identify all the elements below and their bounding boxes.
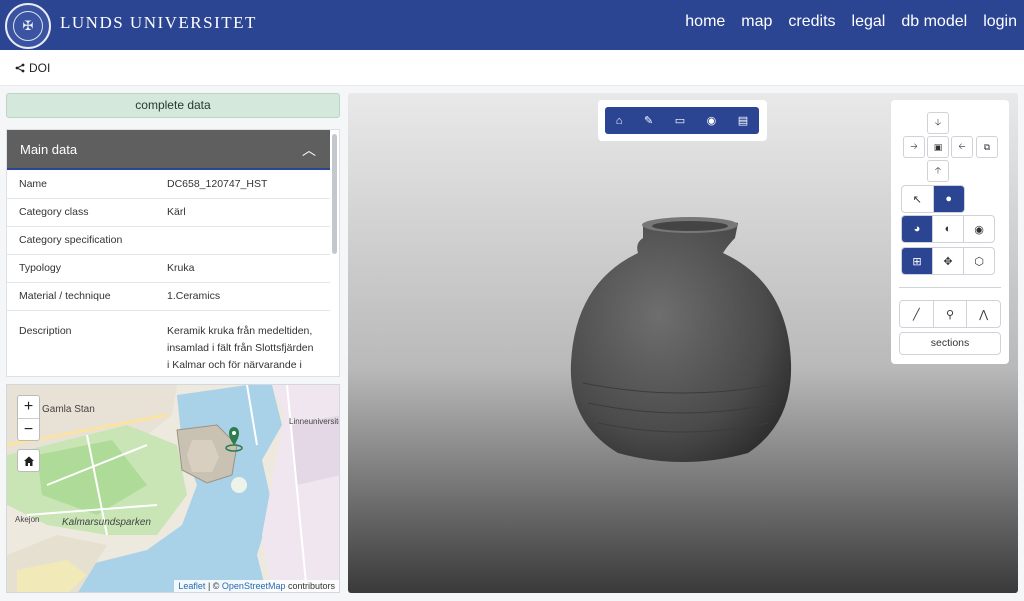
half-shade-icon[interactable]: ◐ [933,216,964,242]
home-icon[interactable]: ⌂ [616,115,623,127]
osm-link[interactable]: OpenStreetMap [222,581,286,591]
table-row: Typology Kruka [7,254,330,283]
sphere-icon[interactable]: ◉ [964,216,994,242]
map-attribution: Leaflet | © OpenStreetMap contributors [174,580,339,592]
viewer-toolbar-bar: ⌂ ✎ ▭ ◉ ▤ [605,107,759,134]
table-row: Category specification [7,226,330,255]
row-value: DC658_120747_HST [155,170,330,199]
map-label: Gamla Stan [42,404,95,415]
main-data-header[interactable]: Main data ︿ [7,130,330,170]
row-key: Typology [7,254,155,283]
camera-icon[interactable]: ◉ [707,114,717,127]
table-row: Category class Kärl [7,198,330,227]
view-front-icon[interactable]: ▣ [927,136,949,158]
measure-group: ╱ ⚲ ⋀ [899,300,1001,328]
cube-icon[interactable]: ⬡ [964,248,994,274]
attribution-sep: | © [205,581,222,591]
arrow-right-icon[interactable]: 🡢 [903,136,925,158]
zoom-in-button[interactable]: + [18,396,39,418]
row-value: Kruka [155,254,330,283]
main-nav: home map credits legal db model login [685,13,1017,31]
map-label: Akejon [15,515,40,524]
model-viewer[interactable]: ⌂ ✎ ▭ ◉ ▤ 🡣 🡢 ▣ 🡠 ⧉ 🡡 ↖ ● ◕ ◐ ◉ ⊞ ✥ ⬡ ╱ … [348,93,1018,593]
table-row: Name DC658_120747_HST [7,170,330,199]
nav-login[interactable]: login [983,13,1017,31]
nav-home[interactable]: home [685,13,725,31]
row-key: Name [7,170,155,199]
main-data-table: Name DC658_120747_HST Category class Kärl … [7,170,330,376]
nav-legal[interactable]: legal [852,13,886,31]
nav-db-model[interactable]: db model [901,13,967,31]
brand-name[interactable]: Lunds universitet [60,13,257,33]
palette-icon[interactable]: ◕ [902,216,933,242]
view-back-icon[interactable]: ⧉ [976,136,998,158]
row-value [155,226,330,255]
doi-link[interactable]: DOI [15,61,50,75]
sections-button[interactable]: sections [899,332,1001,355]
ruler-icon[interactable]: ╱ [900,301,934,327]
bulb-icon[interactable]: ● [933,186,964,212]
light-mode-group: ↖ ● [901,185,965,213]
seal-glyph: ✠ [13,11,43,41]
table-row-description: Description Keramik kruka från medeltiden… [7,310,330,376]
viewer-top-toolbar: ⌂ ✎ ▭ ◉ ▤ [598,100,767,141]
light-direction-icon[interactable]: ↖ [902,186,934,212]
main-data-panel: Main data ︿ Name DC658_120747_HST Categor… [6,129,340,377]
map-label: Kalmarsundsparken [62,517,151,528]
table-row: Material / technique 1.Ceramics [7,282,330,311]
row-value: 1.Ceramics [155,282,330,311]
texture-group: ◕ ◐ ◉ [901,215,995,243]
fullscreen-icon[interactable]: ▭ [675,114,685,127]
arrow-up-icon[interactable]: 🡡 [927,160,949,182]
move-icon[interactable]: ✥ [933,248,964,274]
leaflet-link[interactable]: Leaflet [178,581,205,591]
viewer-control-panel: 🡣 🡢 ▣ 🡠 ⧉ 🡡 ↖ ● ◕ ◐ ◉ ⊞ ✥ ⬡ ╱ ⚲ ⋀ sectio… [891,100,1009,364]
light-icon[interactable]: ✎ [644,114,653,127]
attribution-suffix: contributors [285,581,335,591]
nav-map[interactable]: map [741,13,772,31]
divider [899,287,1001,288]
arrow-left-icon[interactable]: 🡠 [951,136,973,158]
pin-icon[interactable]: ⚲ [934,301,968,327]
chevron-up-icon[interactable]: ︿ [302,130,316,170]
arrow-down-icon[interactable]: 🡣 [927,112,949,134]
location-map[interactable]: Gamla Stan Kalmarsundsparken Linneuniver… [6,384,340,593]
angle-icon[interactable]: ⋀ [967,301,1000,327]
row-key: Category class [7,198,155,227]
grid-icon[interactable]: ⊞ [902,248,933,274]
main-data-title: Main data [20,142,78,157]
description-value: Keramik kruka från medeltiden, insamlad … [155,310,330,376]
complete-data-badge: complete data [6,93,340,118]
nav-credits[interactable]: credits [788,13,835,31]
row-key: Material / technique [7,282,155,311]
panel-scrollbar[interactable] [332,134,337,254]
doi-label: DOI [29,61,51,75]
panel-icon[interactable]: ▤ [738,114,748,127]
zoom-out-button[interactable]: − [18,418,39,440]
zoom-control: + − [17,395,40,441]
row-key: Category specification [7,226,155,255]
top-header: ✠ Lunds universitet home map credits leg… [0,0,1024,50]
share-icon [15,63,25,73]
vase-3d-model[interactable] [563,213,803,473]
doi-bar: DOI [0,50,1024,86]
row-value: Kärl [155,198,330,227]
home-icon [23,456,34,466]
university-seal-icon[interactable]: ✠ [5,3,51,49]
camera-mode-group: ⊞ ✥ ⬡ [901,247,995,275]
map-home-button[interactable] [17,449,40,472]
row-key: Description [7,310,155,376]
map-label: Linneuniversitet [289,417,340,426]
